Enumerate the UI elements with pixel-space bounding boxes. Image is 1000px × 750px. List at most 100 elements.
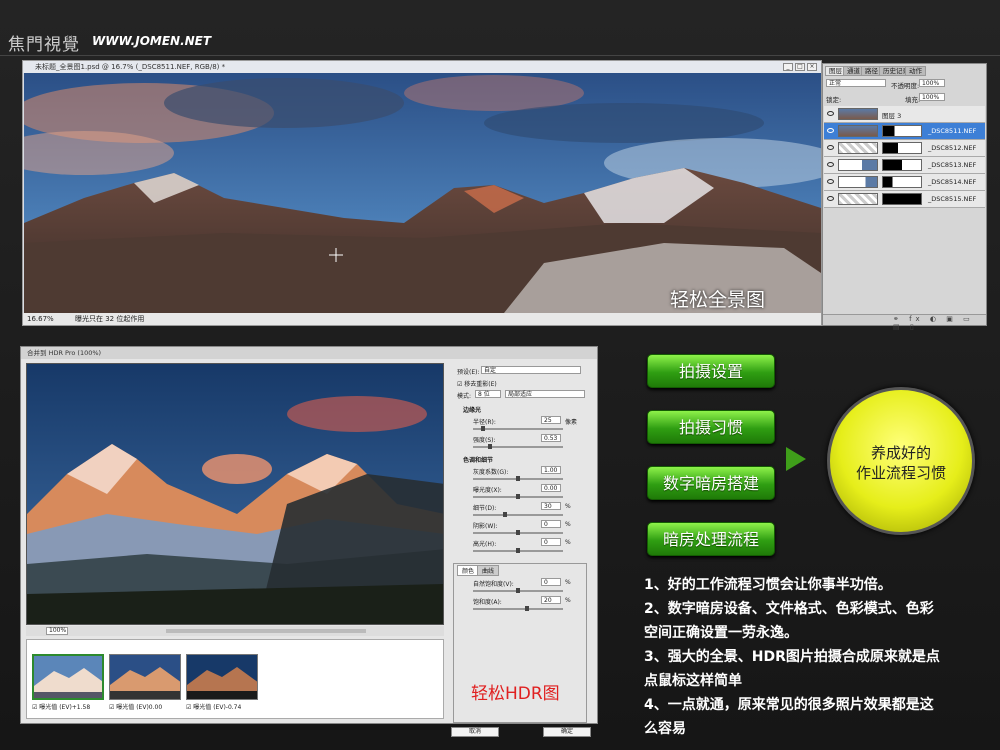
- radius-slider[interactable]: [473, 426, 563, 431]
- step-shooting-settings[interactable]: 拍摄设置: [647, 354, 775, 388]
- opacity-label: 不透明度:: [891, 82, 920, 90]
- vibrance-slider[interactable]: [473, 588, 563, 593]
- note-line: 2、数字暗房设备、文件格式、色彩模式、色彩: [644, 601, 934, 617]
- layer-row[interactable]: _DSC8515.NEF: [824, 191, 985, 208]
- zoom-level[interactable]: 16.67%: [27, 313, 54, 325]
- gamma-label: 灰度系数(G):: [473, 469, 509, 476]
- layer-row[interactable]: 图层 3: [824, 106, 985, 123]
- exposure-slider[interactable]: [473, 494, 563, 499]
- highlight-unit: %: [565, 539, 571, 546]
- layer-row[interactable]: _DSC8512.NEF: [824, 140, 985, 157]
- strength-input[interactable]: 0.53: [541, 434, 561, 442]
- slider-knob[interactable]: [516, 494, 520, 499]
- panorama-canvas[interactable]: [24, 73, 821, 313]
- slider-knob[interactable]: [503, 512, 507, 517]
- detail-input[interactable]: 30: [541, 502, 561, 510]
- zoom-select[interactable]: 100%: [46, 627, 68, 635]
- preset-label: 预设(E):: [457, 369, 480, 376]
- layer-mask[interactable]: [882, 159, 922, 171]
- ok-button[interactable]: 确定: [543, 727, 591, 737]
- bit-depth-select[interactable]: 8 位: [475, 390, 501, 398]
- tab-curve[interactable]: 曲线: [477, 565, 500, 576]
- visibility-eye-icon[interactable]: [827, 179, 834, 184]
- layer-row[interactable]: _DSC8514.NEF: [824, 174, 985, 191]
- exposure-label[interactable]: ☑ 曝光值 (EV)-0.74: [186, 702, 241, 711]
- fill-input[interactable]: 100%: [919, 93, 945, 101]
- shadow-input[interactable]: 0: [541, 520, 561, 528]
- layer-mask[interactable]: [882, 193, 922, 205]
- layers-panel[interactable]: 图层 通道 路径 历史记录 动作 正常 不透明度: 100% 锁定: 填充: 1…: [822, 63, 987, 331]
- remove-ghost-checkbox[interactable]: ☑ 移去重影(E): [457, 379, 497, 388]
- horizontal-scrollbar[interactable]: [166, 629, 366, 633]
- preset-select[interactable]: 自定: [481, 366, 581, 374]
- minimize-button[interactable]: _: [783, 63, 793, 71]
- detail-slider[interactable]: [473, 512, 563, 517]
- tab-actions[interactable]: 动作: [905, 66, 926, 76]
- panorama-image: [24, 73, 821, 313]
- step-darkroom-workflow[interactable]: 暗房处理流程: [647, 522, 775, 556]
- vibrance-input[interactable]: 0: [541, 578, 561, 586]
- exposure-filmstrip[interactable]: ☑ 曝光值 (EV)+1.58 ☑ 曝光值 (EV)0.00 ☑ 曝光值 (EV…: [26, 639, 444, 719]
- document-title[interactable]: 未标题_全景图1.psd @ 16.7% (_DSC8511.NEF, RGB/…: [23, 61, 821, 73]
- layer-actions-bar[interactable]: ⚭ fx ◐ ▣ ▭ ▤ ▯: [823, 314, 986, 331]
- gamma-input[interactable]: 1.00: [541, 466, 561, 474]
- gamma-slider[interactable]: [473, 476, 563, 481]
- header-divider: [0, 55, 1000, 56]
- layer-row-selected[interactable]: _DSC8511.NEF: [824, 123, 985, 140]
- site-url[interactable]: WWW.JOMEN.NET: [92, 34, 211, 48]
- step-shooting-habits[interactable]: 拍摄习惯: [647, 410, 775, 444]
- step-darkroom-setup[interactable]: 数字暗房搭建: [647, 466, 775, 500]
- exposure-input[interactable]: 0.00: [541, 484, 561, 492]
- layer-row[interactable]: _DSC8513.NEF: [824, 157, 985, 174]
- detail-unit: %: [565, 503, 571, 510]
- exposure-label[interactable]: ☑ 曝光值 (EV)+1.58: [32, 702, 90, 711]
- slider-knob[interactable]: [516, 548, 520, 553]
- layer-thumbnail: [838, 142, 878, 154]
- tab-color[interactable]: 颜色: [457, 565, 480, 576]
- slider-knob[interactable]: [516, 476, 520, 481]
- method-select[interactable]: 局部适应: [505, 390, 585, 398]
- saturation-slider[interactable]: [473, 606, 563, 611]
- highlight-input[interactable]: 0: [541, 538, 561, 546]
- visibility-eye-icon[interactable]: [827, 145, 834, 150]
- layer-mask[interactable]: [882, 125, 922, 137]
- maximize-button[interactable]: □: [795, 63, 805, 71]
- result-line-2: 作业流程习惯: [855, 464, 946, 482]
- opacity-input[interactable]: 100%: [919, 79, 945, 87]
- saturation-label: 饱和度(A):: [473, 599, 502, 606]
- cancel-button[interactable]: 取消: [451, 727, 499, 737]
- visibility-eye-icon[interactable]: [827, 111, 834, 116]
- exposure-thumbnail[interactable]: [109, 654, 181, 700]
- shadow-label: 阴影(W):: [473, 523, 498, 530]
- exposure-thumbnail[interactable]: [32, 654, 104, 700]
- hdr-preview[interactable]: [26, 363, 444, 625]
- layer-mask[interactable]: [882, 176, 922, 188]
- slider-knob[interactable]: [516, 588, 520, 593]
- hdr-pro-dialog[interactable]: 合并到 HDR Pro (100%) 100% ☑ 曝光值 (EV)+1.58 …: [20, 346, 598, 737]
- exposure-value: 曝光值 (EV)0.00: [116, 704, 163, 711]
- visibility-eye-icon[interactable]: [827, 128, 834, 133]
- slider-knob[interactable]: [481, 426, 485, 431]
- strength-label: 强度(S):: [473, 437, 496, 444]
- close-button[interactable]: ×: [807, 63, 817, 71]
- layer-mask[interactable]: [882, 142, 922, 154]
- slider-knob[interactable]: [516, 530, 520, 535]
- vibrance-unit: %: [565, 579, 571, 586]
- note-line: 3、强大的全景、HDR图片拍摄合成原来就是点: [644, 649, 940, 665]
- saturation-input[interactable]: 20: [541, 596, 561, 604]
- visibility-eye-icon[interactable]: [827, 162, 834, 167]
- strength-slider[interactable]: [473, 444, 563, 449]
- shadow-slider[interactable]: [473, 530, 563, 535]
- radius-label: 半径(R):: [473, 419, 496, 426]
- exposure-thumbnail[interactable]: [186, 654, 258, 700]
- exposure-label[interactable]: ☑ 曝光值 (EV)0.00: [109, 702, 162, 711]
- slider-knob[interactable]: [488, 444, 492, 449]
- visibility-eye-icon[interactable]: [827, 196, 834, 201]
- slider-knob[interactable]: [525, 606, 529, 611]
- blend-mode-select[interactable]: 正常: [826, 79, 886, 87]
- result-circle: 养成好的 作业流程习惯: [827, 387, 975, 535]
- layer-thumbnail: [838, 125, 878, 137]
- zoom-bar[interactable]: 100%: [26, 626, 444, 636]
- highlight-slider[interactable]: [473, 548, 563, 553]
- radius-input[interactable]: 25: [541, 416, 561, 424]
